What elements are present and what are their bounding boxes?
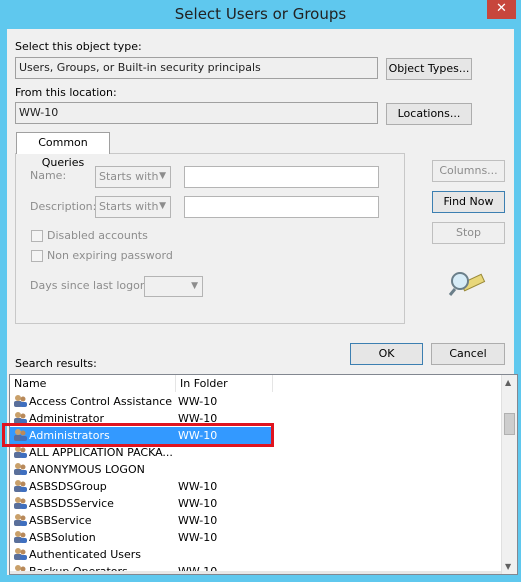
object-type-label: Select this object type: — [15, 40, 142, 53]
users-group-icon — [14, 463, 27, 475]
row-folder: WW-10 — [178, 514, 218, 527]
table-row[interactable]: ANONYMOUS LOGON — [10, 461, 502, 478]
object-type-field: Users, Groups, or Built-in security prin… — [15, 57, 378, 79]
name-label: Name: — [30, 169, 67, 182]
days-since-logon-select[interactable]: ▼ — [144, 276, 203, 297]
column-header-name[interactable]: Name — [10, 375, 176, 392]
close-button[interactable]: ✕ — [487, 0, 516, 19]
window-title: Select Users or Groups — [174, 5, 347, 23]
users-group-icon — [14, 497, 27, 509]
scroll-up-icon[interactable]: ▲ — [505, 378, 511, 387]
row-name: Access Control Assistance ... — [29, 395, 174, 408]
title-bar[interactable]: Select Users or Groups ✕ — [0, 0, 521, 29]
columns-button[interactable]: Columns... — [432, 160, 505, 182]
users-group-icon — [14, 480, 27, 492]
users-group-icon — [14, 548, 27, 560]
table-row[interactable]: Access Control Assistance ... WW-10 — [10, 393, 502, 410]
location-label: From this location: — [15, 86, 117, 99]
row-folder: WW-10 — [178, 531, 218, 544]
non-expiring-password-label: Non expiring password — [47, 249, 173, 262]
users-group-icon — [14, 395, 27, 407]
dialog-window: Select Users or Groups ✕ Select this obj… — [0, 0, 521, 582]
cancel-button[interactable]: Cancel — [431, 343, 505, 365]
chevron-down-icon: ▼ — [159, 201, 166, 211]
row-folder: WW-10 — [178, 497, 218, 510]
find-now-button[interactable]: Find Now — [432, 191, 505, 213]
days-since-logon-label: Days since last logon: — [30, 279, 151, 292]
row-folder: WW-10 — [178, 395, 218, 408]
search-results-list[interactable]: Name In Folder Access Control Assistance… — [9, 374, 518, 575]
dialog-client: Select this object type: Users, Groups, … — [7, 29, 518, 575]
ok-button[interactable]: OK — [350, 343, 423, 365]
scroll-down-icon[interactable]: ▼ — [505, 562, 511, 571]
table-row[interactable]: ASBService WW-10 — [10, 512, 502, 529]
stop-button[interactable]: Stop — [432, 222, 505, 244]
description-input[interactable] — [184, 196, 379, 218]
row-folder: WW-10 — [178, 480, 218, 493]
vertical-scrollbar[interactable]: ▲ ▼ — [501, 375, 517, 574]
highlight-annotation-box — [2, 423, 274, 447]
disabled-accounts-checkbox[interactable] — [31, 230, 43, 242]
row-name: ASBSDSGroup — [29, 480, 107, 493]
users-group-icon — [14, 446, 27, 458]
table-row[interactable]: Authenticated Users — [10, 546, 502, 563]
row-name: ASBSDSService — [29, 497, 114, 510]
row-name: ASBService — [29, 514, 92, 527]
row-name: ANONYMOUS LOGON — [29, 463, 145, 476]
chevron-down-icon: ▼ — [191, 281, 198, 291]
users-group-icon — [14, 514, 27, 526]
scroll-thumb[interactable] — [504, 413, 515, 435]
chevron-down-icon: ▼ — [159, 171, 166, 181]
object-types-button[interactable]: Object Types... — [386, 58, 472, 80]
name-mode-select[interactable]: Starts with ▼ — [95, 166, 171, 188]
name-mode-value: Starts with — [99, 170, 159, 183]
search-flashlight-icon — [448, 272, 486, 296]
description-mode-select[interactable]: Starts with ▼ — [95, 196, 171, 218]
users-group-icon — [14, 531, 27, 543]
disabled-accounts-label: Disabled accounts — [47, 229, 148, 242]
column-header-in-folder[interactable]: In Folder — [176, 375, 273, 392]
location-field: WW-10 — [15, 102, 378, 124]
table-row[interactable]: ASBSolution WW-10 — [10, 529, 502, 546]
table-row[interactable]: ASBSDSGroup WW-10 — [10, 478, 502, 495]
description-label: Description: — [30, 200, 97, 213]
search-results-label: Search results: — [15, 357, 97, 370]
locations-button[interactable]: Locations... — [386, 103, 472, 125]
description-mode-value: Starts with — [99, 200, 159, 213]
tab-common-queries[interactable]: Common Queries — [16, 132, 110, 169]
horizontal-scrollbar[interactable] — [10, 571, 503, 574]
row-name: Authenticated Users — [29, 548, 142, 561]
name-input[interactable] — [184, 166, 379, 188]
row-name: ASBSolution — [29, 531, 96, 544]
non-expiring-password-checkbox[interactable] — [31, 250, 43, 262]
table-row[interactable]: ASBSDSService WW-10 — [10, 495, 502, 512]
